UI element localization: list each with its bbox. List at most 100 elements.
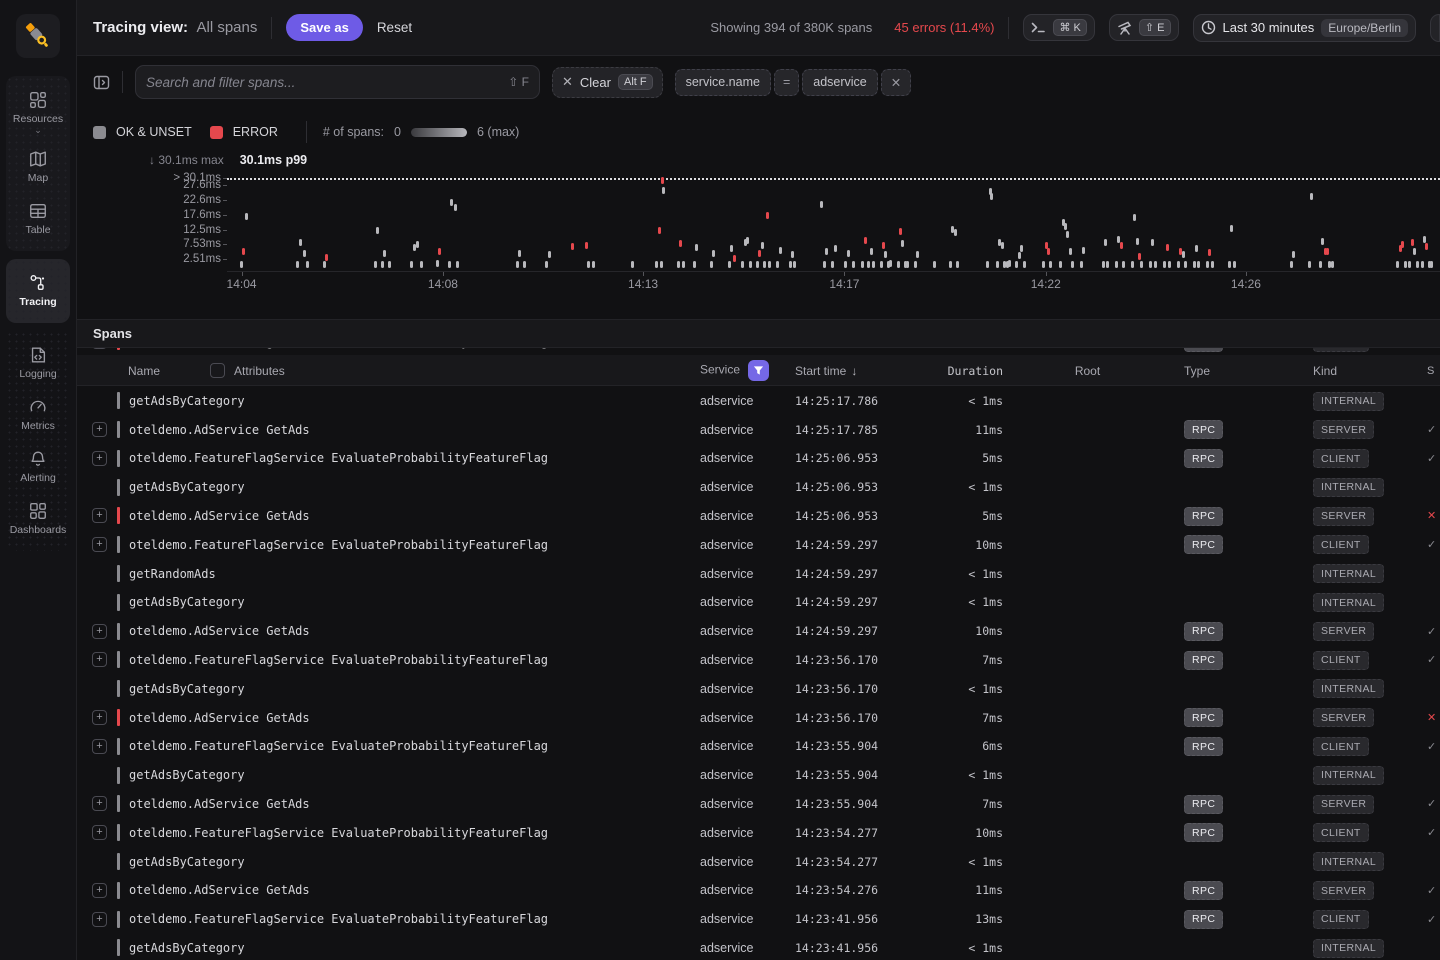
- ok-span-point[interactable]: [682, 261, 685, 268]
- ok-span-point[interactable]: [1319, 261, 1322, 268]
- ok-span-point[interactable]: [1308, 261, 1311, 268]
- ok-span-point[interactable]: [1082, 247, 1085, 254]
- table-row[interactable]: + getAdsByCategory adservice 14:25:17.78…: [77, 386, 1440, 415]
- search-input[interactable]: [146, 75, 500, 90]
- ok-span-point[interactable]: [1102, 261, 1105, 268]
- error-span-point[interactable]: [1166, 244, 1169, 251]
- ok-span-point[interactable]: [1193, 261, 1196, 268]
- error-span-point[interactable]: [1208, 249, 1211, 256]
- ok-span-point[interactable]: [1106, 261, 1109, 268]
- table-row[interactable]: + oteldemo.FeatureFlagService EvaluatePr…: [77, 348, 1440, 355]
- explore-button[interactable]: ⇧ E: [1109, 14, 1179, 41]
- ok-span-point[interactable]: [1151, 239, 1154, 246]
- ok-span-point[interactable]: [831, 261, 834, 268]
- table-row[interactable]: + getRandomAds adservice 14:24:59.297 < …: [77, 559, 1440, 588]
- ok-span-point[interactable]: [1131, 261, 1134, 268]
- expand-row-button[interactable]: +: [92, 883, 107, 898]
- span-name[interactable]: oteldemo.FeatureFlagService EvaluateProb…: [129, 739, 548, 753]
- error-span-point[interactable]: [766, 212, 769, 219]
- expand-row-button[interactable]: +: [92, 739, 107, 754]
- table-row[interactable]: + getAdsByCategory adservice 14:23:56.17…: [77, 674, 1440, 703]
- ok-span-point[interactable]: [1066, 231, 1069, 238]
- ok-span-point[interactable]: [1023, 261, 1026, 268]
- ok-span-point[interactable]: [996, 261, 999, 268]
- ok-span-point[interactable]: [844, 261, 847, 268]
- span-name[interactable]: oteldemo.AdService GetAds: [129, 883, 310, 897]
- ok-span-point[interactable]: [1430, 261, 1433, 268]
- ok-span-point[interactable]: [1049, 261, 1052, 268]
- filter-remove-icon[interactable]: ✕: [881, 69, 911, 96]
- ok-span-point[interactable]: [746, 237, 749, 244]
- ok-span-point[interactable]: [1042, 261, 1045, 268]
- ok-span-point[interactable]: [456, 261, 459, 268]
- col-kind[interactable]: Kind: [1270, 364, 1420, 378]
- ok-span-point[interactable]: [518, 250, 521, 257]
- app-logo[interactable]: [16, 14, 60, 58]
- sidebar-item-alerting[interactable]: Alerting: [6, 441, 70, 493]
- ok-span-point[interactable]: [1292, 251, 1295, 258]
- ok-span-point[interactable]: [1421, 261, 1424, 268]
- table-row[interactable]: + getAdsByCategory adservice 14:24:59.29…: [77, 588, 1440, 617]
- ok-span-point[interactable]: [791, 251, 794, 258]
- duration-scatter-chart[interactable]: > 30.1ms27.6ms22.6ms17.6ms12.5ms7.53ms2.…: [77, 176, 1440, 298]
- ok-span-point[interactable]: [1115, 261, 1118, 268]
- expand-row-button[interactable]: +: [92, 710, 107, 725]
- span-name[interactable]: getAdsByCategory: [129, 768, 245, 782]
- ok-span-point[interactable]: [897, 261, 900, 268]
- ok-span-point[interactable]: [990, 193, 993, 200]
- ok-span-point[interactable]: [834, 245, 837, 252]
- error-span-point[interactable]: [1326, 248, 1329, 255]
- ok-span-point[interactable]: [1310, 193, 1313, 200]
- plot-area[interactable]: 14:0414:0814:1314:1714:2214:26: [227, 176, 1440, 272]
- error-span-point[interactable]: [758, 250, 761, 257]
- ok-span-point[interactable]: [1197, 261, 1200, 268]
- ok-span-point[interactable]: [712, 250, 715, 257]
- span-name[interactable]: oteldemo.FeatureFlagService EvaluateProb…: [129, 451, 548, 465]
- ok-span-point[interactable]: [374, 261, 377, 268]
- ok-span-point[interactable]: [1182, 251, 1185, 258]
- span-name[interactable]: oteldemo.FeatureFlagService EvaluateProb…: [129, 912, 548, 926]
- ok-span-point[interactable]: [793, 261, 796, 268]
- ok-span-point[interactable]: [660, 261, 663, 268]
- ok-span-point[interactable]: [695, 244, 698, 251]
- span-name[interactable]: oteldemo.AdService GetAds: [129, 624, 310, 638]
- expand-row-button[interactable]: +: [92, 537, 107, 552]
- col-status[interactable]: S: [1420, 365, 1440, 377]
- attributes-checkbox[interactable]: [210, 363, 225, 378]
- ok-span-point[interactable]: [1228, 261, 1231, 268]
- span-name[interactable]: oteldemo.FeatureFlagService EvaluateProb…: [129, 826, 548, 840]
- reset-button[interactable]: Reset: [377, 20, 412, 35]
- ok-span-point[interactable]: [823, 261, 826, 268]
- table-row[interactable]: + oteldemo.AdService GetAds adservice 14…: [77, 502, 1440, 531]
- ok-span-point[interactable]: [906, 261, 909, 268]
- ok-span-point[interactable]: [631, 261, 634, 268]
- ok-span-point[interactable]: [861, 261, 864, 268]
- ok-span-point[interactable]: [1071, 261, 1074, 268]
- ok-span-point[interactable]: [768, 261, 771, 268]
- sidebar-item-resources[interactable]: Resources⌄: [6, 82, 70, 141]
- sidebar-item-metrics[interactable]: Metrics: [6, 389, 70, 441]
- error-span-point[interactable]: [1411, 239, 1414, 246]
- col-attributes[interactable]: Attributes: [234, 364, 285, 378]
- ok-span-point[interactable]: [303, 250, 306, 257]
- ok-span-point[interactable]: [1008, 260, 1011, 267]
- ok-span-point[interactable]: [655, 261, 658, 268]
- ok-span-point[interactable]: [306, 261, 309, 268]
- ok-span-point[interactable]: [299, 239, 302, 246]
- error-span-point[interactable]: [585, 242, 588, 249]
- ok-span-point[interactable]: [383, 250, 386, 257]
- ok-span-point[interactable]: [901, 240, 904, 247]
- error-span-point[interactable]: [438, 248, 441, 255]
- service-filter-icon[interactable]: [748, 360, 769, 381]
- ok-span-point[interactable]: [761, 242, 764, 249]
- expand-row-button[interactable]: +: [92, 624, 107, 639]
- error-span-point[interactable]: [658, 227, 661, 234]
- ok-span-point[interactable]: [587, 261, 590, 268]
- table-row[interactable]: + getAdsByCategory adservice 14:23:55.90…: [77, 761, 1440, 790]
- expand-row-button[interactable]: +: [92, 451, 107, 466]
- ok-span-point[interactable]: [240, 261, 243, 268]
- command-palette-button[interactable]: ⌘ K: [1023, 14, 1094, 41]
- error-span-point[interactable]: [733, 255, 736, 262]
- ok-span-point[interactable]: [779, 247, 782, 254]
- ok-span-point[interactable]: [1080, 261, 1083, 268]
